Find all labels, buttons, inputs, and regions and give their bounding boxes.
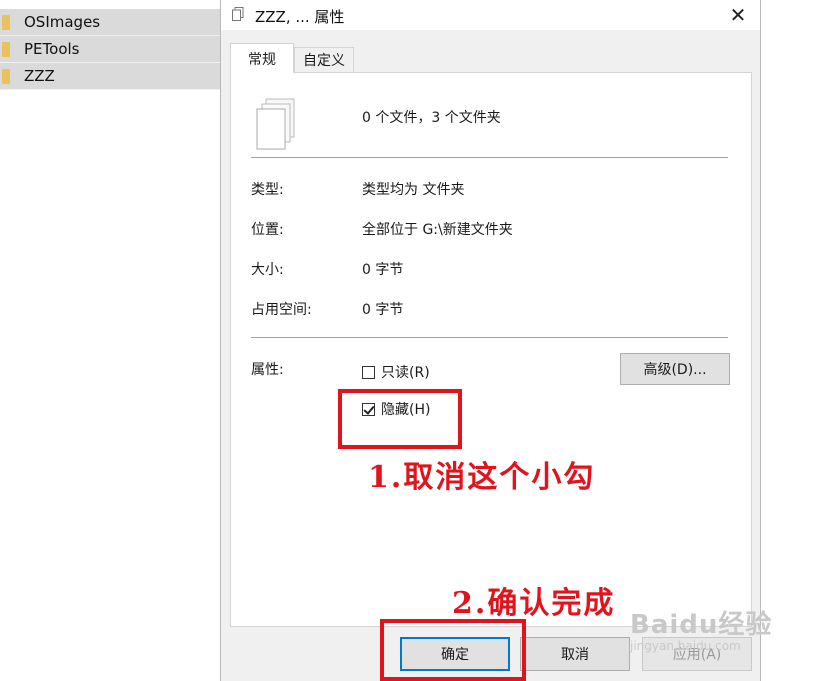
divider [251, 337, 728, 338]
disk-size-label: 占用空间: [251, 302, 312, 318]
disk-size-value: 0 字节 [362, 302, 404, 318]
cancel-button[interactable]: 取消 [520, 637, 630, 671]
dialog-title: ZZZ, ... 属性 [255, 8, 345, 26]
folder-icon [2, 41, 10, 57]
multiple-files-icon [256, 98, 295, 150]
attributes-label: 属性: [251, 362, 284, 378]
files-icon [232, 7, 244, 21]
baidu-watermark: Baidu经验 jingyan.baidu.com [630, 604, 772, 653]
advanced-button[interactable]: 高级(D)... [620, 353, 730, 385]
selection-summary: 0 个文件，3 个文件夹 [362, 110, 501, 126]
watermark-main: Baidu经验 [630, 610, 773, 640]
folder-name: ZZZ [24, 67, 55, 85]
general-tab-panel: 0 个文件，3 个文件夹 类型: 类型均为 文件夹 位置: 全部位于 G:\新建… [230, 72, 752, 627]
size-label: 大小: [251, 262, 284, 278]
highlight-box-ok [380, 619, 526, 681]
annotation-step1: 1.取消这个小勾 [368, 460, 596, 495]
location-label: 位置: [251, 222, 284, 238]
watermark-sub: jingyan.baidu.com [630, 639, 741, 653]
location-value: 全部位于 G:\新建文件夹 [362, 222, 513, 238]
close-button[interactable]: ✕ [716, 0, 760, 30]
folder-row-osimages[interactable]: OSImages [0, 9, 220, 36]
folder-name: PETools [24, 40, 80, 58]
folder-name: OSImages [24, 13, 101, 31]
explorer-folder-list: OSImages PETools ZZZ [0, 0, 220, 681]
folder-icon [2, 68, 10, 84]
folder-icon [2, 14, 10, 30]
folder-row-petools[interactable]: PETools [0, 36, 220, 63]
readonly-checkbox[interactable] [362, 365, 375, 379]
type-value: 类型均为 文件夹 [362, 182, 465, 198]
size-value: 0 字节 [362, 262, 404, 278]
folder-row-zzz[interactable]: ZZZ [0, 63, 220, 90]
annotation-step2: 2.确认完成 [452, 586, 616, 621]
tab-customize[interactable]: 自定义 [294, 47, 354, 72]
divider [251, 157, 728, 158]
readonly-checkbox-row[interactable]: 只读(R) [362, 362, 430, 382]
readonly-label: 只读(R) [381, 365, 430, 381]
title-bar: ZZZ, ... 属性 ✕ [221, 0, 760, 30]
highlight-box-hidden [338, 389, 462, 449]
type-label: 类型: [251, 182, 284, 198]
tab-general[interactable]: 常规 [230, 43, 294, 73]
